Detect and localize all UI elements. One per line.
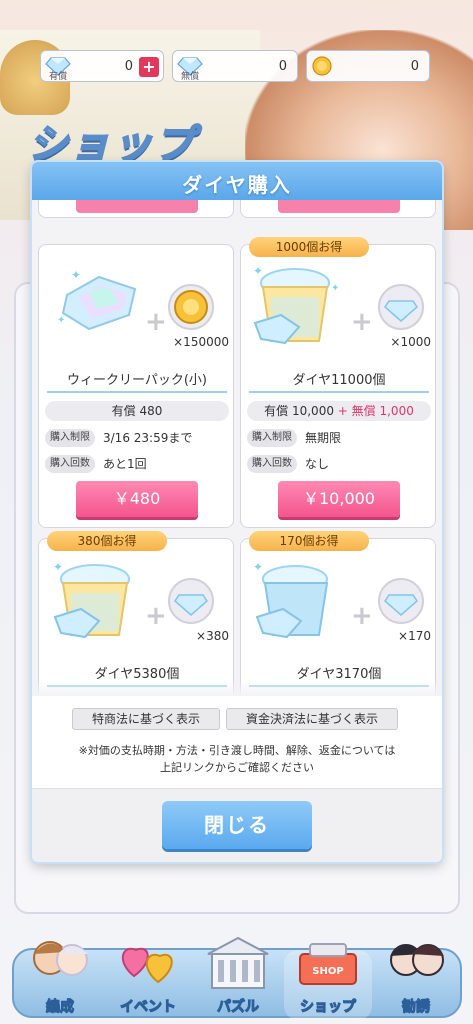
product-card[interactable]: 170個お得 ✦ + ×170 ダイヤ3170個 [240,531,436,696]
product-card[interactable]: 1000個お得 ✦ ✦ + ×1000 ダイヤ11000個 有償 10,000 … [240,237,436,528]
product-card-partial [240,200,436,218]
nav-item-event[interactable]: イベント [104,947,192,1020]
svg-text:✦: ✦ [253,560,263,574]
plus-icon: + [145,307,167,337]
plus-icon: + [351,307,373,337]
buy-button[interactable]: ￥480 [76,481,198,517]
bonus-quantity: ×380 [196,629,229,643]
characters-icon [33,941,88,976]
nav-item-puzzle[interactable]: パズル [194,936,282,1020]
diamond-breakdown: 有償 10,000 + 無償 1,000 [247,401,431,421]
svg-text:SHOP: SHOP [312,966,343,977]
dialog-footer: 閉じる [32,788,442,862]
product-card-partial [38,200,234,218]
add-diamond-button[interactable]: + [139,57,159,77]
limit-tag: 購入制限 [45,429,95,447]
diamond-purchase-dialog: ダイヤ購入 ✦ ✦ + ×150000 ウィークリーパック(小) 有償 480 … [32,162,442,862]
bottom-navigation: 編成 イベント パズル SHOP ショップ 勧誘 [12,936,462,1020]
tokusho-law-link-button[interactable]: 特商法に基づく表示 [72,708,220,730]
bonus-quantity: ×170 [398,629,431,643]
nav-item-formation[interactable]: 編成 [16,941,104,1020]
shop-basket-icon: SHOP [299,943,357,985]
buy-button-partial[interactable] [76,200,198,213]
gold-coin-icon [312,56,332,76]
nav-label: 勧誘 [402,999,431,1016]
coin-counter: 0 [306,50,430,82]
product-name: ウィークリーパック(小) [66,373,207,388]
payment-act-link-button[interactable]: 資金決済法に基づく表示 [226,708,398,730]
paid-amount: 有償 480 [111,404,163,418]
paid-label: 有償 [49,72,68,82]
free-label: 無償 [181,72,200,82]
refund-note-line2: 上記リンクからご確認ください [160,761,314,774]
divider [249,391,429,393]
svg-text:✦: ✦ [53,560,63,574]
count-tag: 購入回数 [45,455,95,473]
diamond-breakdown: 有償 480 [45,401,229,421]
nav-label: パズル [217,999,260,1016]
nav-label: 編成 [46,999,75,1016]
close-button[interactable]: 閉じる [162,801,312,849]
product-name: ダイヤ11000個 [292,373,386,388]
svg-text:✦: ✦ [253,264,263,278]
limit-value: 3/16 23:59まで [103,431,193,445]
refund-note-line1: ※対価の支払時期・方法・引き渡し時間、解除、返金については [78,744,396,757]
free-bonus-amount: + 無償 1,000 [337,404,414,418]
free-value: 0 [278,59,287,74]
count-tag: 購入回数 [247,455,297,473]
buy-button[interactable]: ￥10,000 [278,481,400,517]
nav-item-recruit[interactable]: 勧誘 [372,944,460,1020]
paid-value: 0 [124,59,133,74]
product-card[interactable]: ✦ ✦ + ×150000 ウィークリーパック(小) 有償 480 購入制限 3… [38,244,234,528]
limit-tag: 購入制限 [247,429,297,447]
paid-diamond-counter: 有償 0 + [40,50,164,82]
buy-button-partial[interactable] [278,200,400,213]
svg-text:✦: ✦ [331,283,339,294]
dialog-header: ダイヤ購入 [32,162,442,200]
nav-item-shop[interactable]: SHOP ショップ [284,943,372,1020]
svg-text:✦: ✦ [57,315,65,326]
limit-value: 無期限 [305,431,342,445]
bonus-quantity: ×150000 [173,335,229,349]
product-card[interactable]: 380個お得 ✦ + ×380 ダイヤ5380個 [38,531,234,696]
free-diamond-counter: 無償 0 [172,50,298,82]
nav-label: イベント [120,999,177,1016]
paid-amount: 有償 10,000 [264,404,334,418]
nav-label: ショップ [300,999,357,1016]
heart-balloons-icon [122,947,173,984]
bonus-quantity: ×1000 [390,335,431,349]
dialog-title: ダイヤ購入 [182,173,292,197]
svg-text:✦: ✦ [71,268,81,282]
coin-value: 0 [410,59,419,74]
product-scroll-area[interactable]: ✦ ✦ + ×150000 ウィークリーパック(小) 有償 480 購入制限 3… [32,200,442,696]
count-value: あと1回 [103,457,147,471]
plus-icon: + [351,601,373,631]
scroll-fade [32,680,442,696]
plus-icon: + [145,601,167,631]
characters-icon [390,944,444,976]
count-value: なし [305,457,330,471]
building-icon [207,936,269,989]
divider [47,391,227,393]
